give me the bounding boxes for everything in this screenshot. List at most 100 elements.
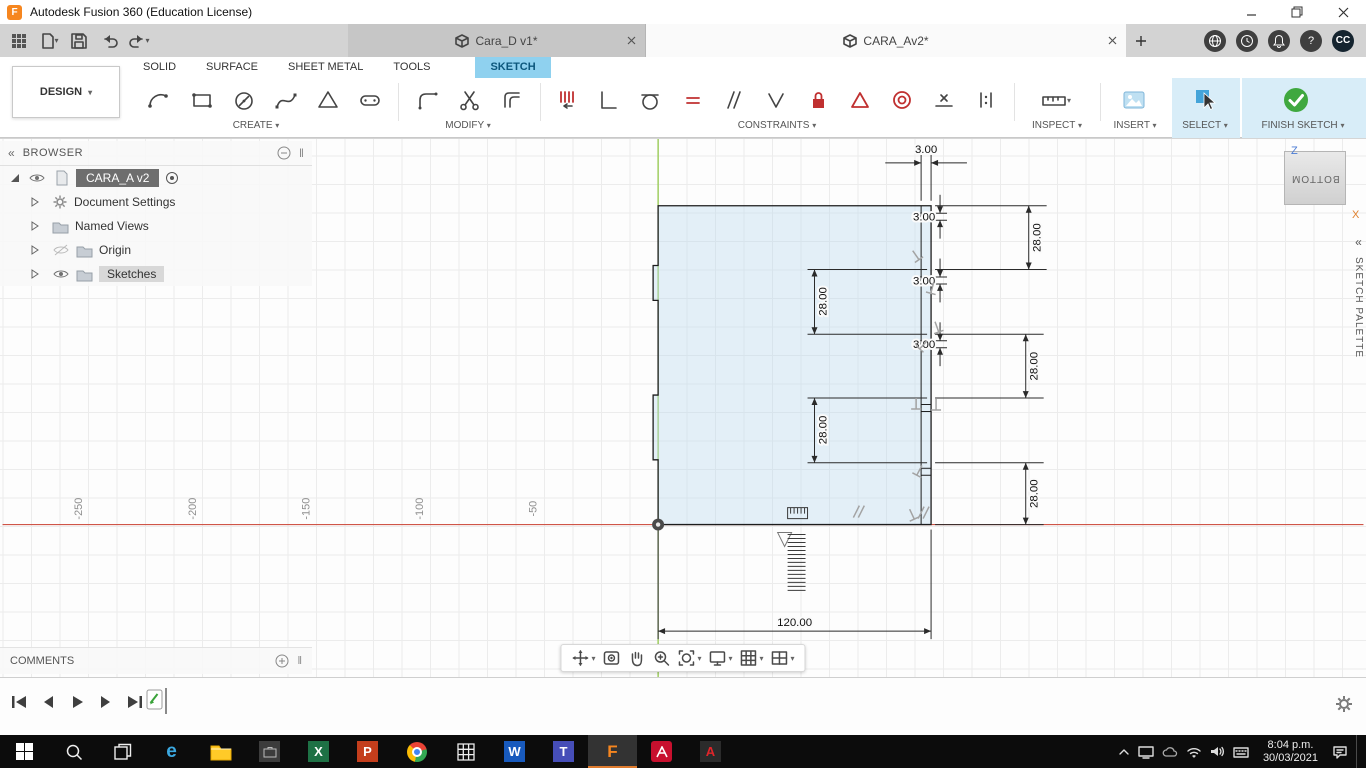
- circle-minus-icon[interactable]: [277, 146, 291, 160]
- polygon-tool-button[interactable]: [310, 83, 346, 117]
- timeline-sketch-feature[interactable]: [146, 688, 170, 714]
- group-create[interactable]: CREATE ▾: [138, 120, 374, 131]
- coincident-constraint-button[interactable]: [548, 83, 584, 117]
- play-button[interactable]: [66, 691, 88, 713]
- expanded-wedge-icon[interactable]: [10, 173, 20, 183]
- dimension-28mm[interactable]: 28.00: [935, 462, 1044, 526]
- fit-button[interactable]: ▾: [676, 648, 702, 668]
- document-tab-inactive[interactable]: Cara_D v1*: [348, 24, 646, 57]
- tab-surface[interactable]: SURFACE: [191, 57, 273, 78]
- tab-close-button[interactable]: [1108, 34, 1117, 48]
- onedrive-cloud-icon[interactable]: [1162, 746, 1178, 758]
- fillet-tool-button[interactable]: [410, 83, 446, 117]
- undo-button[interactable]: [96, 28, 122, 54]
- dimension-28mm[interactable]: 28.00: [935, 205, 1047, 271]
- collapse-panel-icon[interactable]: «: [8, 146, 15, 160]
- activate-radio-icon[interactable]: [165, 171, 179, 185]
- expander-icon[interactable]: [30, 221, 40, 231]
- pinned-app-icon[interactable]: [245, 735, 294, 768]
- eye-off-icon[interactable]: [52, 243, 70, 257]
- excel-taskbar-icon[interactable]: X: [294, 735, 343, 768]
- acrobat-taskbar-icon[interactable]: A: [686, 735, 735, 768]
- comments-panel[interactable]: COMMENTS ‖: [0, 647, 312, 674]
- user-avatar[interactable]: CC: [1332, 29, 1354, 52]
- taskbar-clock[interactable]: 8:04 p.m. 30/03/2021: [1257, 739, 1324, 764]
- browser-item-named-views[interactable]: Named Views: [0, 214, 312, 238]
- trim-tool-button[interactable]: [452, 83, 488, 117]
- pan-button[interactable]: [626, 648, 646, 668]
- file-menu-button[interactable]: ▾: [36, 28, 62, 54]
- group-select[interactable]: SELECT ▾: [1170, 120, 1240, 131]
- expand-panel-icon[interactable]: «: [1355, 235, 1362, 249]
- save-button[interactable]: [66, 28, 92, 54]
- extension-button[interactable]: [1204, 29, 1226, 52]
- job-status-button[interactable]: [1236, 29, 1258, 52]
- fusion360-taskbar-icon[interactable]: F: [588, 735, 637, 768]
- tangent-constraint-button[interactable]: [632, 83, 668, 117]
- root-component-label[interactable]: CARA_A v2: [76, 169, 160, 187]
- group-modify[interactable]: MODIFY ▾: [398, 120, 538, 131]
- sketch-profile[interactable]: [652, 205, 932, 526]
- edge-taskbar-icon[interactable]: e: [147, 735, 196, 768]
- select-tool-button[interactable]: [1188, 83, 1224, 117]
- sketch-palette-collapsed[interactable]: « SKETCH PALETTE: [1353, 235, 1364, 358]
- word-taskbar-icon[interactable]: W: [490, 735, 539, 768]
- look-at-button[interactable]: [601, 648, 621, 668]
- powerpoint-taskbar-icon[interactable]: P: [343, 735, 392, 768]
- symmetry-constraint-button[interactable]: [968, 83, 1004, 117]
- close-button[interactable]: [1320, 0, 1366, 24]
- orbit-button[interactable]: ▾: [570, 648, 596, 668]
- browser-root-row[interactable]: CARA_A v2: [0, 166, 312, 190]
- eye-icon[interactable]: [52, 267, 70, 281]
- go-to-end-button[interactable]: [124, 691, 146, 713]
- tab-sheet-metal[interactable]: SHEET METAL: [273, 57, 378, 78]
- display-settings-button[interactable]: ▾: [707, 648, 733, 668]
- rectangle-tool-button[interactable]: [184, 83, 220, 117]
- step-forward-button[interactable]: [95, 691, 117, 713]
- concentric-constraint-button[interactable]: [884, 83, 920, 117]
- group-finish-sketch[interactable]: FINISH SKETCH ▾: [1242, 120, 1364, 131]
- browser-item-document-settings[interactable]: Document Settings: [0, 190, 312, 214]
- eye-icon[interactable]: [28, 171, 46, 185]
- insert-image-button[interactable]: [1116, 83, 1152, 117]
- app-grid-button[interactable]: [6, 28, 32, 54]
- origin-point[interactable]: [652, 518, 665, 531]
- tab-tools[interactable]: TOOLS: [378, 57, 445, 78]
- minimize-button[interactable]: [1228, 0, 1274, 24]
- viewports-button[interactable]: ▾: [770, 648, 796, 668]
- show-desktop-button[interactable]: [1356, 735, 1362, 768]
- new-tab-button[interactable]: [1126, 24, 1156, 57]
- task-view-button[interactable]: [98, 735, 147, 768]
- workspace-selector[interactable]: DESIGN ▾: [12, 66, 120, 118]
- group-insert[interactable]: INSERT ▾: [1102, 120, 1168, 131]
- viewcube[interactable]: BOTTOM: [1284, 151, 1346, 205]
- panel-grip-icon[interactable]: ‖: [299, 146, 304, 160]
- modeling-canvas[interactable]: -250 -200 -150 -100 -50 3.00 3.00 3.00 3…: [0, 138, 1366, 678]
- grid-settings-button[interactable]: ▾: [739, 648, 765, 668]
- start-button[interactable]: [0, 735, 49, 768]
- tab-sketch[interactable]: SKETCH: [475, 57, 551, 78]
- parallel-constraint-button[interactable]: [716, 83, 752, 117]
- perpendicular-constraint-button[interactable]: [758, 83, 794, 117]
- volume-icon[interactable]: [1210, 745, 1225, 758]
- equal-constraint-button[interactable]: [674, 83, 710, 117]
- chrome-taskbar-icon[interactable]: [392, 735, 441, 768]
- notifications-button[interactable]: [1268, 29, 1290, 52]
- teams-taskbar-icon[interactable]: T: [539, 735, 588, 768]
- go-to-start-button[interactable]: [8, 691, 30, 713]
- zoom-button[interactable]: [651, 648, 671, 668]
- arc-tool-button[interactable]: [140, 83, 176, 117]
- measure-tool-button[interactable]: ▾: [1038, 83, 1074, 117]
- midpoint-constraint-button[interactable]: [926, 83, 962, 117]
- spreadsheet-grid-app-icon[interactable]: [441, 735, 490, 768]
- browser-item-sketches[interactable]: Sketches: [0, 262, 312, 286]
- circle-plus-icon[interactable]: [275, 654, 289, 668]
- expander-icon[interactable]: [30, 269, 40, 279]
- group-constraints[interactable]: CONSTRAINTS ▾: [544, 120, 1010, 131]
- slot-tool-button[interactable]: [352, 83, 388, 117]
- red-app-icon[interactable]: [637, 735, 686, 768]
- help-button[interactable]: ?: [1300, 29, 1322, 52]
- dimension-28mm[interactable]: 28.00: [935, 333, 1044, 399]
- curvature-constraint-button[interactable]: [842, 83, 878, 117]
- redo-button[interactable]: ▾: [126, 28, 152, 54]
